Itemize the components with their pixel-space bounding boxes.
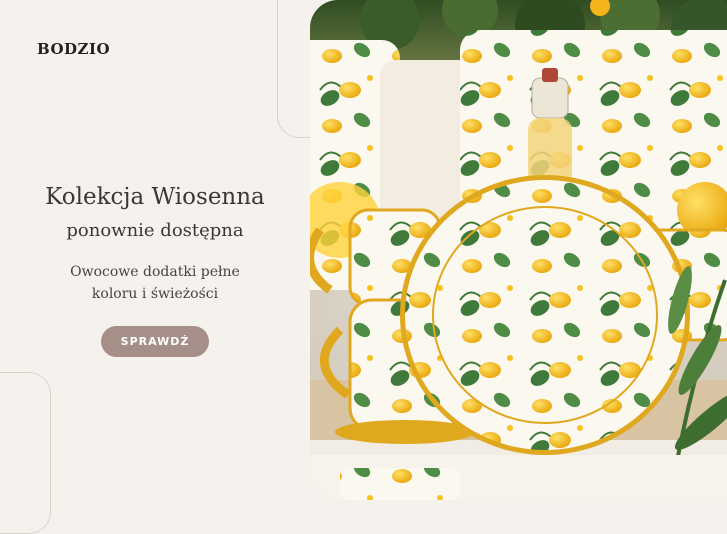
hero-description-line-1: Owocowe dodatki pełne xyxy=(70,264,240,280)
lemon-tableware-photo xyxy=(310,0,727,500)
left-panel: BODZIO Kolekcja Wiosenna ponownie dostęp… xyxy=(0,0,359,534)
check-button[interactable]: SPRAWDŹ xyxy=(100,326,210,357)
hero-text: Kolekcja Wiosenna ponownie dostępna Owoc… xyxy=(0,182,310,357)
brand-logo[interactable]: BODZIO xyxy=(37,40,110,58)
hero-image[interactable] xyxy=(310,0,727,500)
hero-subheadline: ponownie dostępna xyxy=(66,220,244,241)
hero-headline: Kolekcja Wiosenna xyxy=(45,184,265,210)
decorative-frame-bottom xyxy=(0,372,51,534)
hero-description: Owocowe dodatki pełne koloru i świeżości xyxy=(30,261,280,305)
hero-description-line-2: koloru i świeżości xyxy=(91,286,219,302)
